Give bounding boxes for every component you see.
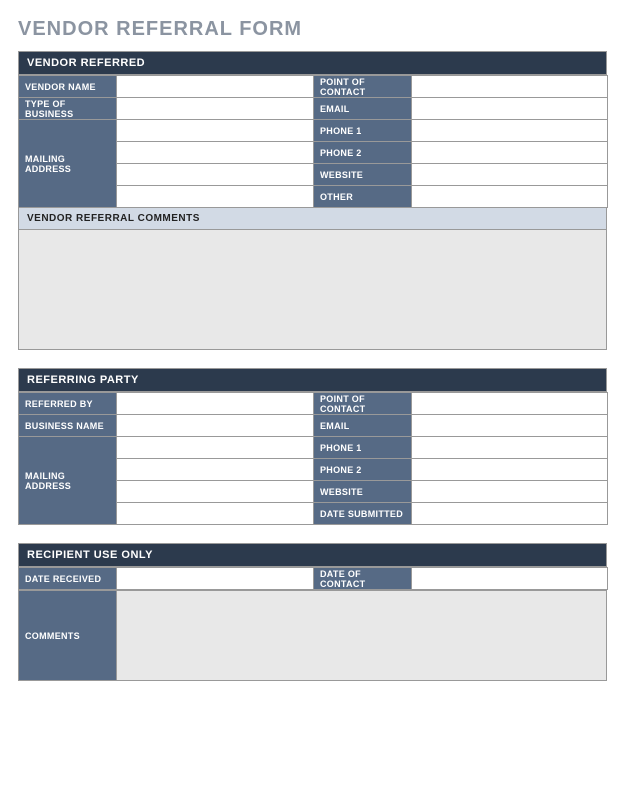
label-phone2: PHONE 2	[314, 142, 412, 164]
label-email: EMAIL	[314, 98, 412, 120]
vendor-referred-table: VENDOR NAME POINT OF CONTACT TYPE OF BUS…	[18, 75, 608, 208]
label-mailing-address: MAILING ADDRESS	[19, 120, 117, 208]
input-phone1[interactable]	[412, 120, 608, 142]
label-date-received: DATE RECEIVED	[19, 568, 117, 590]
input-date-submitted[interactable]	[412, 503, 608, 525]
input-rp-mailing-address-3[interactable]	[117, 481, 314, 503]
section-referring-party: REFERRING PARTY REFERRED BY POINT OF CON…	[18, 368, 607, 525]
input-other[interactable]	[412, 186, 608, 208]
input-referred-by[interactable]	[117, 393, 314, 415]
input-date-received[interactable]	[117, 568, 314, 590]
label-point-of-contact: POINT OF CONTACT	[314, 76, 412, 98]
section-recipient: RECIPIENT USE ONLY DATE RECEIVED DATE OF…	[18, 543, 607, 681]
label-referred-by: REFERRED BY	[19, 393, 117, 415]
label-rp-website: WEBSITE	[314, 481, 412, 503]
input-recipient-comments[interactable]	[117, 591, 607, 681]
input-rp-website[interactable]	[412, 481, 608, 503]
input-email[interactable]	[412, 98, 608, 120]
input-rp-phone2[interactable]	[412, 459, 608, 481]
label-rp-phone2: PHONE 2	[314, 459, 412, 481]
label-phone1: PHONE 1	[314, 120, 412, 142]
label-type-of-business: TYPE OF BUSINESS	[19, 98, 117, 120]
input-rp-email[interactable]	[412, 415, 608, 437]
recipient-comments-table: COMMENTS	[18, 590, 607, 681]
label-vendor-name: VENDOR NAME	[19, 76, 117, 98]
vendor-referred-header: VENDOR REFERRED	[18, 51, 607, 75]
label-rp-phone1: PHONE 1	[314, 437, 412, 459]
section-vendor-referred: VENDOR REFERRED VENDOR NAME POINT OF CON…	[18, 51, 607, 350]
vendor-referral-comments-header: VENDOR REFERRAL COMMENTS	[18, 208, 607, 230]
referring-party-header: REFERRING PARTY	[18, 368, 607, 392]
input-mailing-address-2[interactable]	[117, 142, 314, 164]
input-mailing-address-3[interactable]	[117, 164, 314, 186]
input-mailing-address-4[interactable]	[117, 186, 314, 208]
page-title: VENDOR REFERRAL FORM	[18, 18, 607, 41]
label-rp-mailing-address: MAILING ADDRESS	[19, 437, 117, 525]
label-rp-email: EMAIL	[314, 415, 412, 437]
input-rp-mailing-address-2[interactable]	[117, 459, 314, 481]
input-phone2[interactable]	[412, 142, 608, 164]
input-vendor-name[interactable]	[117, 76, 314, 98]
recipient-header: RECIPIENT USE ONLY	[18, 543, 607, 567]
input-rp-mailing-address-1[interactable]	[117, 437, 314, 459]
input-vendor-referral-comments[interactable]	[18, 230, 607, 350]
label-other: OTHER	[314, 186, 412, 208]
input-business-name[interactable]	[117, 415, 314, 437]
label-recipient-comments: COMMENTS	[19, 591, 117, 681]
label-website: WEBSITE	[314, 164, 412, 186]
input-point-of-contact[interactable]	[412, 76, 608, 98]
input-date-of-contact[interactable]	[412, 568, 608, 590]
recipient-table: DATE RECEIVED DATE OF CONTACT	[18, 567, 608, 590]
input-rp-mailing-address-4[interactable]	[117, 503, 314, 525]
input-rp-point-of-contact[interactable]	[412, 393, 608, 415]
referring-party-table: REFERRED BY POINT OF CONTACT BUSINESS NA…	[18, 392, 608, 525]
input-rp-phone1[interactable]	[412, 437, 608, 459]
input-mailing-address-1[interactable]	[117, 120, 314, 142]
input-type-of-business[interactable]	[117, 98, 314, 120]
label-rp-point-of-contact: POINT OF CONTACT	[314, 393, 412, 415]
label-business-name: BUSINESS NAME	[19, 415, 117, 437]
label-date-submitted: DATE SUBMITTED	[314, 503, 412, 525]
input-website[interactable]	[412, 164, 608, 186]
label-date-of-contact: DATE OF CONTACT	[314, 568, 412, 590]
